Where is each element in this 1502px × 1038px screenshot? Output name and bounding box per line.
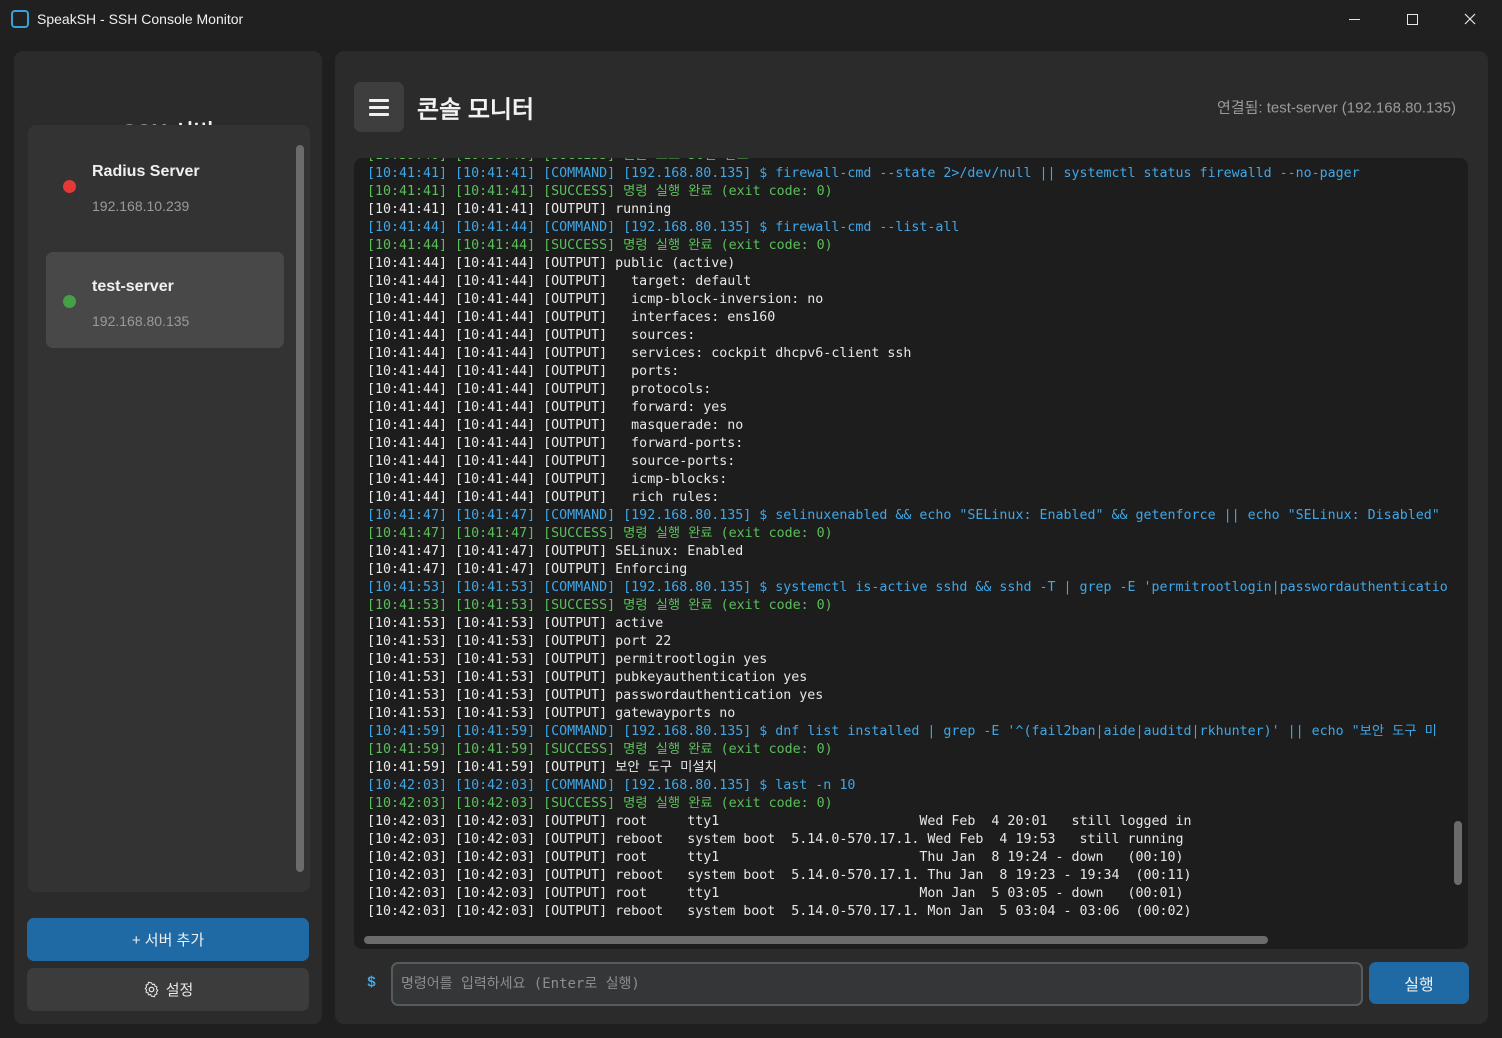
server-list: Radius Server 192.168.10.239 test-server… bbox=[28, 125, 310, 892]
console-line-output: [10:41:44] [10:41:44] [OUTPUT] protocols… bbox=[367, 382, 712, 397]
window-title: SpeakSH - SSH Console Monitor bbox=[37, 11, 244, 27]
server-item-test-server[interactable]: test-server 192.168.80.135 bbox=[46, 252, 284, 348]
console-line-output: [10:41:53] [10:41:53] [OUTPUT] pubkeyaut… bbox=[367, 670, 808, 685]
console-line-success: [10:42:03] [10:42:03] [SUCCESS] 명령 실행 완료… bbox=[367, 796, 833, 811]
console-line-output: [10:41:44] [10:41:44] [OUTPUT] forward: … bbox=[367, 400, 728, 415]
status-dot-icon bbox=[63, 295, 76, 308]
console-line-command: [10:42:03] [10:42:03] [COMMAND] [192.168… bbox=[367, 778, 856, 793]
maximize-icon bbox=[1406, 13, 1418, 25]
console-line-output: [10:42:03] [10:42:03] [OUTPUT] reboot sy… bbox=[367, 868, 1192, 883]
console-line-output: [10:41:44] [10:41:44] [OUTPUT] icmp-bloc… bbox=[367, 292, 824, 307]
settings-button[interactable]: 설정 bbox=[27, 968, 309, 1011]
console-line-command: [10:41:44] [10:41:44] [COMMAND] [192.168… bbox=[367, 220, 960, 235]
console-line-output: [10:41:53] [10:41:53] [OUTPUT] passworda… bbox=[367, 688, 824, 703]
console-line-success: [10:41:41] [10:41:41] [SUCCESS] 명령 실행 완료… bbox=[367, 184, 833, 199]
console-line-output: [10:41:41] [10:41:41] [OUTPUT] running bbox=[367, 202, 672, 217]
server-name: test-server bbox=[92, 278, 174, 295]
console-line-output: [10:41:44] [10:41:44] [OUTPUT] icmp-bloc… bbox=[367, 472, 728, 487]
sidebar: SSH 서버 Radius Server 192.168.10.239 test… bbox=[14, 51, 322, 1024]
console-line-output: [10:41:44] [10:41:44] [OUTPUT] source-po… bbox=[367, 454, 736, 469]
console-line-output: [10:41:44] [10:41:44] [OUTPUT] sources: bbox=[367, 328, 696, 343]
console-line-output: [10:41:44] [10:41:44] [OUTPUT] public (a… bbox=[367, 256, 736, 271]
command-input[interactable] bbox=[391, 962, 1363, 1006]
server-ip: 192.168.80.135 bbox=[92, 313, 190, 329]
run-button[interactable]: 실행 bbox=[1369, 962, 1469, 1004]
console-line-output: [10:41:59] [10:41:59] [OUTPUT] 보안 도구 미설치 bbox=[367, 760, 717, 775]
console-output[interactable]: [10:39:40] [10:39:40] [SUCCESS] 원을 보고 50… bbox=[354, 158, 1468, 949]
console-line-success: [10:41:53] [10:41:53] [SUCCESS] 명령 실행 완료… bbox=[367, 598, 833, 613]
hamburger-menu-icon bbox=[369, 98, 389, 102]
console-vertical-scrollbar[interactable] bbox=[1454, 821, 1462, 885]
server-list-scrollbar[interactable] bbox=[296, 145, 304, 872]
console-line-output: [10:41:47] [10:41:47] [OUTPUT] SELinux: … bbox=[367, 544, 744, 559]
server-ip: 192.168.10.239 bbox=[92, 198, 190, 214]
console-line-output: [10:41:53] [10:41:53] [OUTPUT] gatewaypo… bbox=[367, 706, 736, 721]
add-server-button[interactable]: + 서버 추가 bbox=[27, 918, 309, 961]
title-bar: SpeakSH - SSH Console Monitor bbox=[0, 0, 1502, 38]
console-line-success: [10:41:47] [10:41:47] [SUCCESS] 명령 실행 완료… bbox=[367, 526, 833, 541]
console-line-output: [10:41:44] [10:41:44] [OUTPUT] target: d… bbox=[367, 274, 752, 289]
console-line-output: [10:41:53] [10:41:53] [OUTPUT] active bbox=[367, 616, 664, 631]
console-line-output: [10:41:44] [10:41:44] [OUTPUT] ports: bbox=[367, 364, 680, 379]
page-title: 콘솔 모니터 bbox=[417, 96, 535, 124]
console-line-command: [10:41:59] [10:41:59] [COMMAND] [192.168… bbox=[367, 724, 1437, 739]
console-line-output: [10:41:53] [10:41:53] [OUTPUT] permitroo… bbox=[367, 652, 768, 667]
console-line-command: [10:41:47] [10:41:47] [COMMAND] [192.168… bbox=[367, 508, 1440, 523]
maximize-button[interactable] bbox=[1383, 0, 1441, 38]
console-line-output: [10:41:47] [10:41:47] [OUTPUT] Enforcing bbox=[367, 562, 688, 577]
console-line-output: [10:41:44] [10:41:44] [OUTPUT] interface… bbox=[367, 310, 776, 325]
console-line-output: [10:41:44] [10:41:44] [OUTPUT] rich rule… bbox=[367, 490, 720, 505]
main-panel: 콘솔 모니터 연결됨: test-server (192.168.80.135)… bbox=[335, 51, 1488, 1024]
console-line-output: [10:41:53] [10:41:53] [OUTPUT] port 22 bbox=[367, 634, 672, 649]
prompt-symbol: $ bbox=[367, 974, 377, 992]
console-line-success: [10:41:59] [10:41:59] [SUCCESS] 명령 실행 완료… bbox=[367, 742, 833, 757]
console-line-output: [10:42:03] [10:42:03] [OUTPUT] root tty1… bbox=[367, 850, 1184, 865]
console-horizontal-scrollbar[interactable] bbox=[364, 936, 1268, 944]
gear-icon bbox=[144, 981, 159, 998]
console-line-output: [10:41:44] [10:41:44] [OUTPUT] forward-p… bbox=[367, 436, 744, 451]
console-line-command: [10:41:53] [10:41:53] [COMMAND] [192.168… bbox=[367, 580, 1448, 595]
console-line-output: [10:42:03] [10:42:03] [OUTPUT] root tty1… bbox=[367, 814, 1192, 829]
console-line-output: [10:42:03] [10:42:03] [OUTPUT] reboot sy… bbox=[367, 832, 1184, 847]
close-button[interactable] bbox=[1441, 0, 1499, 38]
menu-toggle-button[interactable] bbox=[354, 82, 404, 132]
server-item-radius-server[interactable]: Radius Server 192.168.10.239 bbox=[46, 137, 284, 233]
console-line-success: [10:39:40] [10:39:40] [SUCCESS] 원을 보고 50… bbox=[367, 158, 1449, 165]
console-line-output: [10:42:03] [10:42:03] [OUTPUT] root tty1… bbox=[367, 886, 1184, 901]
connection-status: 연결됨: test-server (192.168.80.135) bbox=[1216, 99, 1456, 117]
console-line-output: [10:41:44] [10:41:44] [OUTPUT] masquerad… bbox=[367, 418, 744, 433]
close-icon bbox=[1464, 13, 1476, 25]
console-line-output: [10:42:03] [10:42:03] [OUTPUT] reboot sy… bbox=[367, 904, 1192, 919]
console-line-success: [10:41:44] [10:41:44] [SUCCESS] 명령 실행 완료… bbox=[367, 238, 833, 253]
console-lines: [10:39:40] [10:39:40] [SUCCESS] 원을 보고 50… bbox=[367, 158, 1449, 932]
minimize-icon bbox=[1348, 18, 1360, 20]
settings-label: 설정 bbox=[165, 982, 194, 999]
minimize-button[interactable] bbox=[1325, 0, 1383, 38]
status-dot-icon bbox=[63, 180, 76, 193]
console-line-output: [10:41:44] [10:41:44] [OUTPUT] services:… bbox=[367, 346, 912, 361]
console-line-command: [10:41:41] [10:41:41] [COMMAND] [192.168… bbox=[367, 166, 1360, 181]
app-logo-icon bbox=[11, 10, 29, 28]
server-name: Radius Server bbox=[92, 163, 200, 180]
